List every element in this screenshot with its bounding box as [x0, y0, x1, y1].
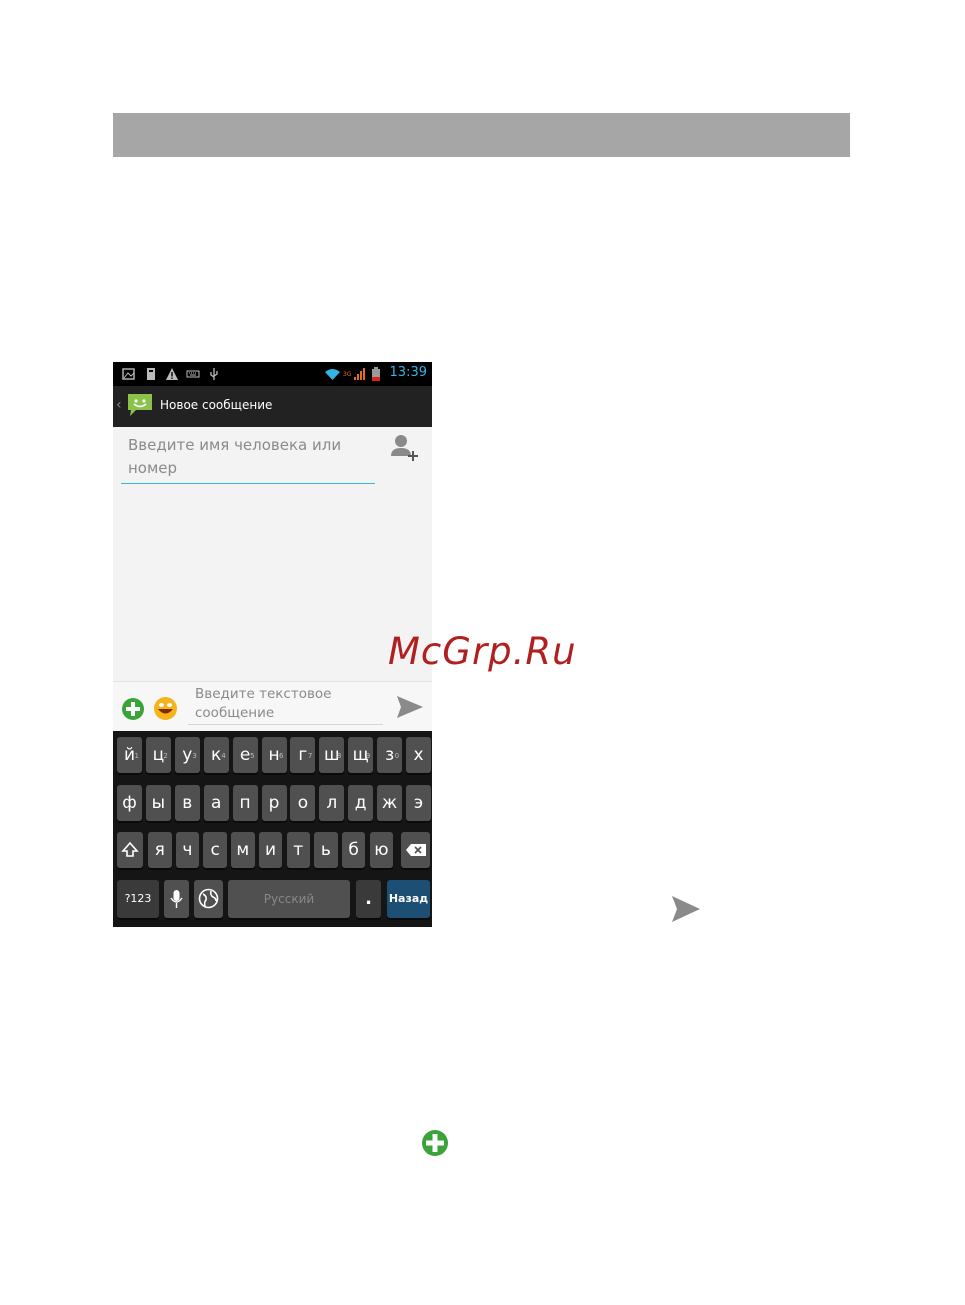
- action-bar-title: Новое сообщение: [160, 398, 273, 412]
- key-row2-6[interactable]: о: [290, 785, 316, 821]
- key-row2-2[interactable]: в: [174, 785, 200, 821]
- key-1[interactable]: 2ц: [145, 737, 171, 773]
- 3g-icon: 3G: [343, 371, 351, 378]
- key-hint: 5: [250, 752, 255, 760]
- compose-bar: Введите текстовое сообщение: [113, 681, 432, 732]
- key-row3-2[interactable]: с: [203, 832, 227, 868]
- key-hint: 8: [336, 752, 342, 760]
- key-hint: 6: [279, 752, 284, 760]
- key-row2-8[interactable]: д: [348, 785, 374, 821]
- key-row3-4[interactable]: и: [258, 832, 283, 868]
- key-row3-6[interactable]: ь: [314, 832, 338, 868]
- globe-icon: [198, 888, 219, 909]
- key-row2-7[interactable]: л: [319, 785, 345, 821]
- key-row3-0[interactable]: я: [148, 832, 172, 868]
- key-label: х: [413, 745, 424, 765]
- key-row2-5[interactable]: р: [261, 785, 287, 821]
- attach-plus-icon[interactable]: [121, 697, 145, 721]
- key-10[interactable]: х: [406, 737, 431, 773]
- messaging-app-icon[interactable]: [126, 392, 154, 418]
- status-clock: 13:39: [389, 365, 427, 380]
- key-hint: 7: [307, 752, 313, 760]
- key-2[interactable]: 3у: [174, 737, 200, 773]
- backspace-icon: [406, 844, 426, 856]
- key-hint: 0: [394, 752, 400, 760]
- key-row3-7[interactable]: б: [341, 832, 366, 868]
- key-row2-3[interactable]: а: [203, 785, 229, 821]
- key-3[interactable]: 4к: [203, 737, 229, 773]
- key-6[interactable]: 7г: [290, 737, 316, 773]
- period-key[interactable]: .: [356, 880, 381, 918]
- action-bar: ‹ Новое сообщение: [113, 386, 432, 427]
- add-contact-icon[interactable]: [389, 432, 419, 462]
- soft-keyboard: 1й2ц3у4к5е6н7г8ш9щ0з х фывапролджэ ячсмит…: [113, 731, 432, 927]
- signal-icon: [354, 368, 365, 380]
- key-hint: 3: [192, 752, 197, 760]
- key-row3-5[interactable]: т: [286, 832, 310, 868]
- keyboard-icon: [186, 370, 200, 378]
- key-row3-1[interactable]: ч: [175, 832, 200, 868]
- key-hint: 9: [365, 752, 371, 760]
- shift-key[interactable]: [117, 832, 143, 868]
- attach-plus-icon: [422, 1130, 448, 1156]
- key-hint: 2: [163, 752, 168, 760]
- space-key[interactable]: Русский: [228, 880, 350, 918]
- key-5[interactable]: 6н: [261, 737, 287, 773]
- key-7[interactable]: 8ш: [319, 737, 345, 773]
- key-row2-9[interactable]: ж: [377, 785, 403, 821]
- send-icon[interactable]: [396, 695, 424, 719]
- svg-text:3G: 3G: [343, 371, 351, 378]
- key-row2-0[interactable]: ф: [117, 785, 142, 821]
- status-bar: 3G 13:39: [113, 362, 432, 386]
- back-caret-icon[interactable]: ‹: [116, 397, 122, 413]
- language-key[interactable]: [194, 880, 223, 918]
- watermark: McGrp.Ru: [388, 630, 577, 673]
- shift-arrow-icon: [121, 841, 139, 857]
- key-4[interactable]: 5е: [232, 737, 258, 773]
- key-hint: 1: [134, 752, 139, 760]
- backspace-key[interactable]: [401, 832, 430, 868]
- battery-icon: [372, 367, 380, 381]
- screenshot-icon: [122, 368, 135, 380]
- key-row3-3[interactable]: м: [231, 832, 255, 868]
- symbols-key[interactable]: ?123: [117, 880, 159, 918]
- send-icon: [672, 896, 700, 922]
- microphone-icon: [170, 890, 183, 908]
- key-0[interactable]: 1й: [117, 737, 142, 773]
- wifi-icon: [325, 369, 340, 380]
- usb-icon: [210, 368, 218, 380]
- voice-input-key[interactable]: [164, 880, 189, 918]
- page-header-band: [113, 113, 850, 157]
- sd-card-icon: [147, 368, 155, 380]
- key-row2-1[interactable]: ы: [145, 785, 171, 821]
- key-row2-10[interactable]: э: [406, 785, 431, 821]
- key-9[interactable]: 0з: [377, 737, 403, 773]
- key-row3-8[interactable]: ю: [369, 832, 394, 868]
- message-input[interactable]: Введите текстовое сообщение: [188, 685, 383, 725]
- phone-screenshot: 3G 13:39 ‹ Новое сообщение Введите имя ч…: [113, 362, 432, 927]
- smiley-icon[interactable]: [153, 696, 178, 721]
- recipient-input[interactable]: Введите имя человека или номер: [121, 432, 375, 484]
- key-8[interactable]: 9щ: [348, 737, 374, 773]
- enter-key[interactable]: Назад: [387, 880, 430, 918]
- key-hint: 4: [221, 752, 226, 760]
- key-row2-4[interactable]: п: [232, 785, 258, 821]
- warning-icon: [166, 368, 178, 380]
